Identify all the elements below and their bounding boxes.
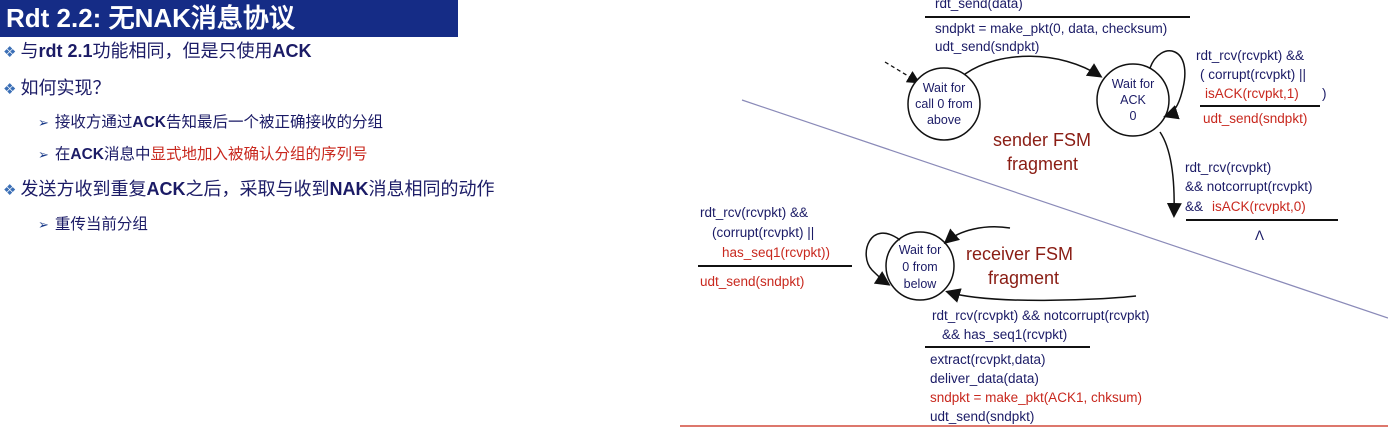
svg-text:rdt_rcv(rcvpkt) && notcorrupt(: rdt_rcv(rcvpkt) && notcorrupt(rcvpkt) (932, 308, 1150, 323)
svg-text:below: below (904, 277, 938, 291)
svg-text:extract(rcvpkt,data): extract(rcvpkt,data) (930, 352, 1046, 367)
sender-fsm-label-2: fragment (1007, 154, 1078, 174)
svg-text:&& notcorrupt(rcvpkt): && notcorrupt(rcvpkt) (1185, 179, 1313, 194)
sender-send-transition-arrow (964, 55, 1103, 78)
svg-text:0: 0 (1130, 109, 1137, 123)
svg-text:(corrupt(rcvpkt) ||: (corrupt(rcvpkt) || (712, 225, 814, 240)
receiver-bottom-transition-arrow (945, 288, 1137, 303)
sender-fsm-label: sender FSM (993, 130, 1091, 150)
svg-text:rdt_rcv(rcvpkt) &&: rdt_rcv(rcvpkt) && (1196, 48, 1304, 63)
initial-state-arrow (884, 61, 921, 84)
receiver-make-pkt-red: sndpkt = make_pkt(ACK1, chksum) (930, 390, 1142, 405)
svg-text:call 0 from: call 0 from (915, 97, 973, 111)
svg-text:&&: && (1185, 199, 1203, 214)
receiver-self-loop-action: udt_send(sndpkt) (700, 274, 804, 289)
svg-text:( corrupt(rcvpkt) ||: ( corrupt(rcvpkt) || (1200, 67, 1306, 82)
receiver-self-loop-event-red: has_seq1(rcvpkt)) (722, 245, 830, 260)
fsm-diagram: rdt_send(data) sndpkt = make_pkt(0, data… (680, 0, 1388, 427)
svg-text:rdt_rcv(rcvpkt): rdt_rcv(rcvpkt) (1185, 160, 1271, 175)
svg-text:udt_send(sndpkt): udt_send(sndpkt) (930, 409, 1034, 424)
svg-text:ACK: ACK (1120, 93, 1146, 107)
receiver-fsm-label-2: fragment (988, 268, 1059, 288)
svg-text:Wait for: Wait for (1112, 77, 1155, 91)
svg-text:&& has_seq1(rcvpkt): && has_seq1(rcvpkt) (942, 327, 1067, 342)
sender-self-loop-action: udt_send(sndpkt) (1203, 111, 1307, 126)
svg-text:Wait for: Wait for (899, 243, 942, 257)
svg-text:deliver_data(data): deliver_data(data) (930, 371, 1039, 386)
svg-text:0 from: 0 from (902, 260, 937, 274)
receiver-entry-arrow (943, 226, 1011, 244)
sender-to-next-arrow (1159, 131, 1182, 218)
svg-text:): ) (1322, 86, 1327, 101)
sender-top-action-1: sndpkt = make_pkt(0, data, checksum) (935, 21, 1167, 36)
svg-text:rdt_rcv(rcvpkt) &&: rdt_rcv(rcvpkt) && (700, 205, 808, 220)
svg-text:Wait for: Wait for (923, 81, 966, 95)
lambda-action: Λ (1255, 228, 1264, 243)
receiver-fsm-label: receiver FSM (966, 244, 1073, 264)
svg-text:above: above (927, 113, 961, 127)
sender-top-event: rdt_send(data) (935, 0, 1023, 11)
sender-self-loop-event-red: isACK(rcvpkt,1) (1205, 86, 1299, 101)
sender-top-action-2: udt_send(sndpkt) (935, 39, 1039, 54)
sender-down-event-red: isACK(rcvpkt,0) (1212, 199, 1306, 214)
